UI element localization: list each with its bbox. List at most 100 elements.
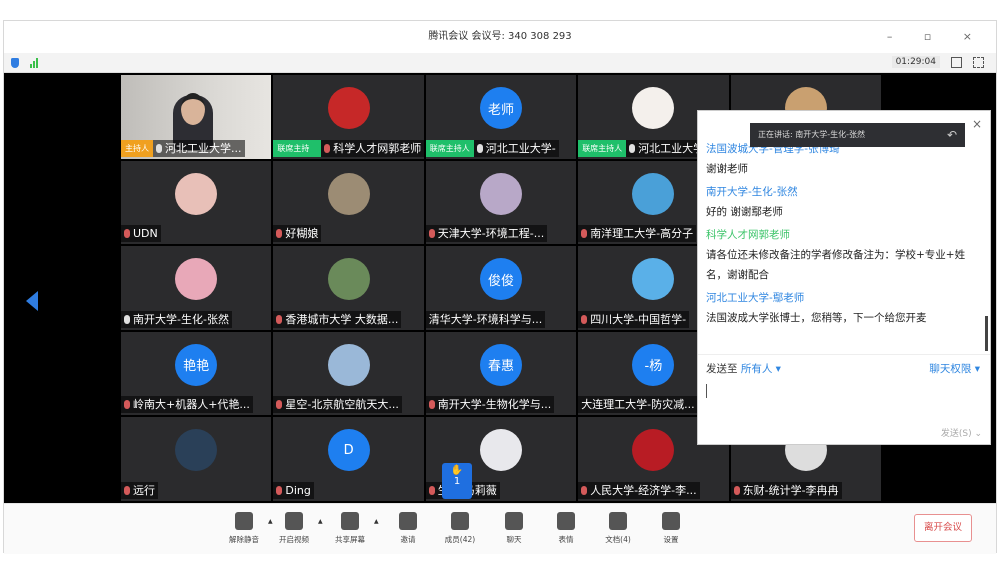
- participant-tile[interactable]: 星空-北京航空航天大...: [273, 331, 424, 416]
- participant-label: 人民大学-经济学-李...: [578, 481, 700, 499]
- layout-icon[interactable]: [951, 57, 962, 68]
- chat-message-text: 谢谢老师: [706, 163, 748, 175]
- mic-icon: [476, 143, 483, 153]
- chat-sender[interactable]: 河北工业大学-鄢老师: [706, 288, 982, 308]
- security-shield-icon[interactable]: [11, 58, 19, 68]
- role-badge: 联席主持人: [273, 139, 322, 157]
- chat-message-text: 请各位还未修改备注的学者修改备注为：学校+专业+姓名，谢谢配合: [706, 249, 966, 281]
- participant-tile[interactable]: 艳艳岭南大+机器人+代艳...: [121, 331, 272, 416]
- reply-icon[interactable]: ↶: [947, 123, 957, 147]
- fullscreen-icon[interactable]: [973, 57, 984, 68]
- participant-name: 人民大学-经济学-李...: [590, 483, 697, 497]
- participant-tile[interactable]: 远行: [121, 417, 272, 501]
- participant-name-box: 人民大学-经济学-李...: [578, 481, 700, 499]
- participant-name-box: 岭南大+机器人+代艳...: [121, 396, 253, 414]
- toolbar-button-mic-muted[interactable]: 解除静音: [222, 512, 266, 545]
- toolbar-label: 聊天: [506, 535, 522, 544]
- chat-messages: 法国波城大学-管理学-张博琦 谢谢老师 南开大学-生化-张然 好的 谢谢鄢老师 科学人才…: [706, 139, 982, 331]
- participant-name: 科学人才网郭老师: [333, 141, 422, 155]
- chat-scrollbar[interactable]: [985, 316, 988, 351]
- send-to-label: 发送至: [706, 363, 738, 375]
- participant-name-box: 星空-北京航空航天大...: [273, 396, 402, 414]
- participant-label: 星空-北京航空航天大...: [273, 396, 402, 414]
- participant-tile[interactable]: 好糊娘: [273, 160, 424, 245]
- toolbar-button-chat[interactable]: 聊天: [492, 512, 536, 545]
- chat-input[interactable]: [706, 384, 981, 398]
- participant-tile[interactable]: 联席主持人科学人才网郭老师: [273, 75, 424, 159]
- participant-tile[interactable]: 南开大学-生化-张然: [121, 246, 272, 330]
- participant-name: 河北工业大学: [638, 141, 705, 155]
- participant-label: Ding: [273, 481, 314, 499]
- previous-page-arrow-icon[interactable]: [26, 291, 38, 311]
- participant-tile[interactable]: UDN: [121, 160, 272, 245]
- share-screen-icon: [341, 512, 359, 530]
- toolbar-button-settings[interactable]: 设置: [649, 512, 693, 545]
- toolbar-label: 解除静音: [229, 535, 259, 544]
- participant-avatar: [632, 87, 675, 129]
- toolbar-button-document[interactable]: 文档(4): [596, 512, 640, 545]
- mic-muted-icon: [276, 400, 283, 410]
- participant-avatar: 俊俊: [479, 258, 522, 301]
- chat-sender[interactable]: 科学人才网郭老师: [706, 225, 982, 245]
- participant-name: 南开大学-生化-张然: [133, 312, 229, 326]
- raise-hand-count: 1: [453, 476, 461, 487]
- close-icon[interactable]: ×: [972, 117, 982, 131]
- send-button[interactable]: 发送(S) ⌄: [941, 426, 982, 439]
- participant-label: 南开大学-生化-张然: [121, 310, 232, 328]
- hand-icon: ✋: [450, 465, 464, 476]
- chat-message-text: 好的 谢谢鄢老师: [706, 206, 783, 218]
- chat-message-text: 法国波成大学张博士，您稍等，下一个给您开麦: [706, 312, 927, 324]
- participant-label: 大连理工大学-防灾减...: [578, 396, 698, 414]
- toolbar-label: 邀请: [400, 535, 416, 544]
- mic-icon: [156, 143, 162, 153]
- caret-up-icon[interactable]: ▲: [374, 518, 379, 525]
- toolbar-button-share-screen[interactable]: 共享屏幕: [328, 512, 372, 545]
- participant-name-box: 远行: [121, 481, 158, 499]
- raise-hand-indicator[interactable]: ✋ 1: [442, 463, 472, 499]
- send-to-dropdown[interactable]: 所有人 ▾: [741, 363, 781, 375]
- window-controls[interactable]: – ▫ ×: [887, 21, 986, 53]
- participant-name-box: 河北工业大学-: [473, 139, 559, 157]
- participant-avatar: 艳艳: [175, 343, 218, 386]
- participant-label: 东财-统计学-李冉冉: [730, 481, 842, 499]
- participant-label: 清华大学-环境科学与...: [425, 310, 546, 328]
- mic-muted-icon: [428, 400, 435, 410]
- role-badge: 联席主持人: [425, 139, 474, 157]
- chat-sender[interactable]: 南开大学-生化-张然: [706, 182, 982, 202]
- leave-meeting-button[interactable]: 离开会议: [914, 514, 972, 542]
- toolbar-button-camera-off[interactable]: 开启视频: [272, 512, 316, 545]
- participant-avatar: 春惠: [479, 343, 522, 386]
- mic-muted-icon: [581, 485, 588, 495]
- signal-strength-icon[interactable]: [30, 58, 38, 68]
- chat-permission-dropdown[interactable]: 聊天权限 ▾: [929, 361, 980, 376]
- mic-icon: [124, 314, 130, 324]
- mic-muted-icon: [324, 143, 331, 153]
- caret-up-icon[interactable]: ▲: [318, 518, 323, 525]
- participant-tile[interactable]: 香港城市大学 大数据...: [273, 246, 424, 330]
- mic-muted-icon: [581, 314, 588, 324]
- participant-name-box: Ding: [273, 481, 314, 499]
- toolbar-button-members[interactable]: 成员(42): [438, 512, 482, 545]
- participant-name-box: 东财-统计学-李冉冉: [730, 481, 842, 499]
- mic-icon: [629, 143, 636, 153]
- participant-label: 好糊娘: [273, 225, 322, 243]
- participant-name: 南洋理工大学-高分子: [590, 227, 694, 241]
- title-bar: 腾讯会议 会议号: 340 308 293 – ▫ ×: [4, 21, 996, 53]
- participant-tile[interactable]: 俊俊清华大学-环境科学与...: [425, 246, 577, 330]
- speaking-indicator: 正在讲话: 南开大学-生化-张然 ↶: [750, 123, 965, 147]
- participant-tile[interactable]: 老师 联席主持人 河北工业大学-: [425, 75, 577, 159]
- participant-tile[interactable]: D Ding: [273, 417, 424, 501]
- participant-name: 四川大学-中国哲学-: [590, 312, 687, 326]
- toolbar-label: 开启视频: [279, 535, 309, 544]
- participant-tile[interactable]: 春惠南开大学-生物化学与...: [425, 331, 577, 416]
- chat-icon: [505, 512, 523, 530]
- mic-muted-icon: [581, 229, 588, 239]
- toolbar-label: 表情: [558, 535, 574, 544]
- participant-tile[interactable]: 天津大学-环境工程-...: [425, 160, 577, 245]
- participant-tile[interactable]: 主持人 河北工业大学...: [121, 75, 272, 159]
- toolbar-button-invite[interactable]: 邀请: [386, 512, 430, 545]
- toolbar-button-emoji[interactable]: 表情: [544, 512, 588, 545]
- participant-name: 星空-北京航空航天大...: [285, 398, 399, 412]
- participant-name-box: 南开大学-生物化学与...: [425, 396, 555, 414]
- participant-name-box: 科学人才网郭老师: [321, 139, 424, 157]
